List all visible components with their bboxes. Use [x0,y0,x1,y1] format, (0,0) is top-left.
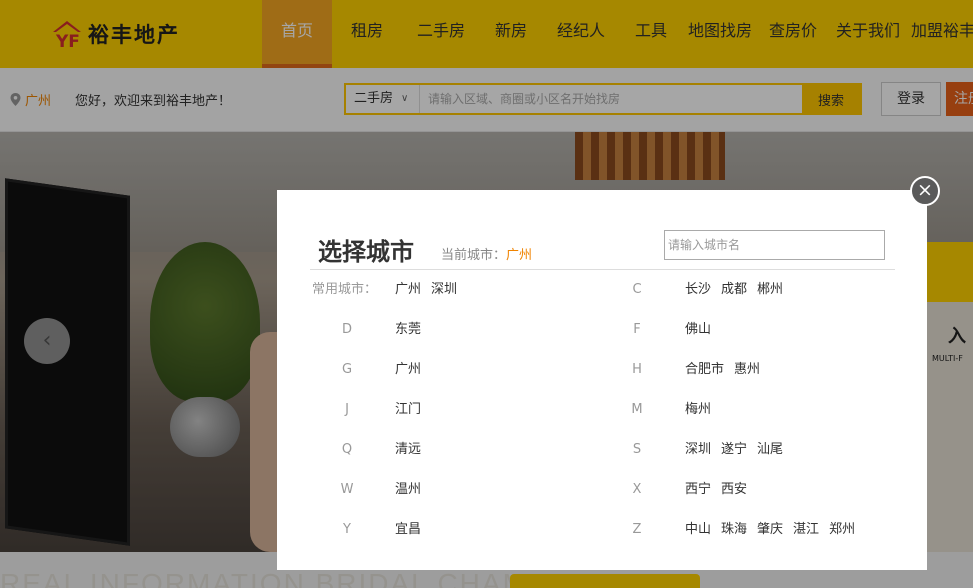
common-cities-label: 常用城市： [312,282,378,297]
city-group-letter: J [345,402,349,417]
city-group-g: G 广州 [277,360,617,380]
city-link[interactable]: 汕尾 [757,442,783,457]
city-group-letter: S [632,442,642,457]
city-group-letter: Y [343,522,351,537]
city-group-s: S 深圳 遂宁 汕尾 [567,440,907,460]
city-group-list: 中山 珠海 肇庆 湛江 郑州 [685,520,865,540]
city-link[interactable]: 深圳 [431,282,457,297]
city-group-list: 深圳 遂宁 汕尾 [685,440,793,460]
city-link[interactable]: 长沙 [685,282,711,297]
city-link[interactable]: 东莞 [395,322,421,337]
modal-title: 选择城市 [318,238,414,266]
city-group-list: 温州 [395,480,431,500]
city-link[interactable]: 佛山 [685,322,711,337]
city-link[interactable]: 肇庆 [757,522,783,537]
city-link[interactable]: 江门 [395,402,421,417]
city-group-letter: G [341,362,353,377]
city-link[interactable]: 广州 [395,362,421,377]
city-group-j: J 江门 [277,400,617,420]
city-link[interactable]: 宜昌 [395,522,421,537]
city-group-list: 长沙 成都 郴州 [685,280,793,300]
common-cities-list: 广州 深圳 [395,280,467,300]
city-group-c: C 长沙 成都 郴州 [567,280,907,300]
city-link[interactable]: 郑州 [829,522,855,537]
city-link[interactable]: 成都 [721,282,747,297]
city-group-letter: Q [341,442,353,457]
city-group-list: 佛山 [685,320,721,340]
city-link[interactable]: 西宁 [685,482,711,497]
city-group-letter: C [632,282,642,297]
city-group-f: F 佛山 [567,320,907,340]
city-link[interactable]: 深圳 [685,442,711,457]
city-group-m: M 梅州 [567,400,907,420]
city-group-list: 西宁 西安 [685,480,757,500]
city-group-letter: D [341,322,352,337]
city-group-h: H 合肥市 惠州 [567,360,907,380]
common-cities-row: 常用城市： 广州 深圳 [277,280,602,300]
city-picker-modal: 选择城市 当前城市：广州 常用城市：广州深圳D东莞G广州J江门Q清远W温州Y宜昌… [277,190,927,570]
city-group-letter: W [340,482,354,497]
modal-divider [310,269,895,270]
city-link[interactable]: 珠海 [721,522,747,537]
close-icon[interactable]: × [910,176,940,206]
city-group-z: Z 中山 珠海 肇庆 湛江 郑州 [567,520,907,540]
city-group-list: 江门 [395,400,431,420]
current-city-label: 当前城市： [441,248,507,263]
city-link[interactable]: 遂宁 [721,442,747,457]
city-group-list: 宜昌 [395,520,431,540]
city-group-d: D 东莞 [277,320,617,340]
city-link[interactable]: 清远 [395,442,421,457]
city-group-list: 梅州 [685,400,721,420]
city-group-y: Y 宜昌 [277,520,617,540]
city-group-q: Q 清远 [277,440,617,460]
city-group-x: X 西宁 西安 [567,480,907,500]
city-link[interactable]: 合肥市 [685,362,724,377]
city-link[interactable]: 广州 [395,282,421,297]
city-link[interactable]: 中山 [685,522,711,537]
city-link[interactable]: 惠州 [734,362,760,377]
city-group-w: W 温州 [277,480,617,500]
city-group-list: 东莞 [395,320,431,340]
city-group-letter: H [632,362,642,377]
current-city-value: 广州 [506,248,533,263]
city-group-list: 广州 [395,360,431,380]
city-search-input[interactable] [664,230,885,260]
city-link[interactable]: 郴州 [757,282,783,297]
city-group-letter: M [631,402,643,417]
city-group-letter: Z [632,522,642,537]
city-group-letter: X [632,482,642,497]
city-link[interactable]: 湛江 [793,522,819,537]
city-link[interactable]: 温州 [395,482,421,497]
city-group-letter: F [633,322,641,337]
city-link[interactable]: 西安 [721,482,747,497]
city-group-list: 清远 [395,440,431,460]
city-group-list: 合肥市 惠州 [685,360,770,380]
city-link[interactable]: 梅州 [685,402,711,417]
current-city: 当前城市：广州 [441,244,532,263]
